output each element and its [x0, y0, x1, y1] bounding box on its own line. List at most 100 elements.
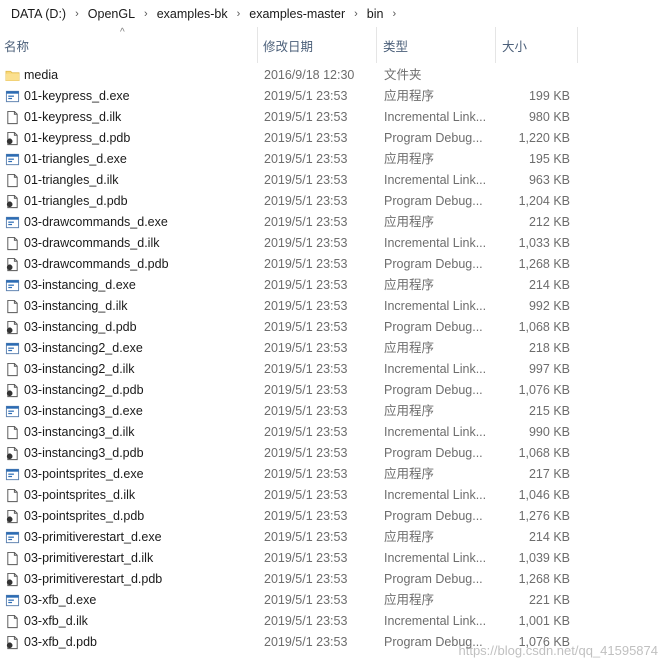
file-modified-date: 2019/5/1 23:53	[264, 614, 348, 628]
file-modified-date: 2019/5/1 23:53	[264, 530, 348, 544]
file-type: Program Debug...	[384, 572, 483, 586]
chevron-right-icon[interactable]: ›	[69, 8, 85, 20]
file-modified-date: 2019/5/1 23:53	[264, 467, 348, 481]
file-icon	[5, 362, 20, 377]
file-row[interactable]: 03-xfb_d.ilk 2019/5/1 23:53 Incremental Li…	[0, 611, 666, 632]
file-modified-date: 2016/9/18 12:30	[264, 68, 355, 82]
file-type: Incremental Link...	[384, 236, 487, 250]
file-type: 应用程序	[384, 467, 435, 481]
file-row[interactable]: 03-instancing3_d.ilk 2019/5/1 23:53 Increm…	[0, 422, 666, 443]
file-row[interactable]: 03-instancing3_d.pdb 2019/5/1 23:53 Progra…	[0, 443, 666, 464]
file-name: 01-triangles_d.pdb	[24, 194, 128, 208]
file-name: 01-keypress_d.ilk	[24, 110, 122, 124]
breadcrumb: DATA (D:) › OpenGL › examples-bk › examp…	[0, 0, 666, 27]
column-header-type[interactable]: 类型	[379, 27, 496, 63]
file-name: 03-pointsprites_d.pdb	[24, 509, 145, 523]
pdb-icon	[5, 194, 20, 209]
file-size: 218 KB	[528, 341, 570, 355]
pdb-icon	[5, 320, 20, 335]
chevron-right-icon[interactable]: ›	[138, 8, 154, 20]
file-modified-date: 2019/5/1 23:53	[264, 572, 348, 586]
file-row[interactable]: 01-keypress_d.exe 2019/5/1 23:53 应用程序 199 K…	[0, 86, 666, 107]
file-type: Incremental Link...	[384, 614, 487, 628]
column-header-date[interactable]: 修改日期	[259, 27, 377, 63]
file-icon	[5, 551, 20, 566]
file-name: 03-drawcommands_d.ilk	[24, 236, 160, 250]
file-type: 应用程序	[384, 278, 435, 292]
file-row[interactable]: 03-primitiverestart_d.ilk 2019/5/1 23:53 I…	[0, 548, 666, 569]
file-row[interactable]: 03-instancing_d.pdb 2019/5/1 23:53 Program…	[0, 317, 666, 338]
file-modified-date: 2019/5/1 23:53	[264, 383, 348, 397]
file-modified-date: 2019/5/1 23:53	[264, 404, 348, 418]
file-row[interactable]: 03-drawcommands_d.pdb 2019/5/1 23:53 Progr…	[0, 254, 666, 275]
file-icon	[5, 488, 20, 503]
file-row[interactable]: 01-triangles_d.ilk 2019/5/1 23:53 Incremen…	[0, 170, 666, 191]
file-row[interactable]: 03-pointsprites_d.pdb 2019/5/1 23:53 Progr…	[0, 506, 666, 527]
breadcrumb-item-drive[interactable]: DATA (D:)	[8, 7, 69, 21]
chevron-right-icon[interactable]: ›	[231, 8, 247, 20]
file-size: 997 KB	[528, 362, 570, 376]
file-type: Incremental Link...	[384, 299, 487, 313]
file-type: 应用程序	[384, 530, 435, 544]
file-row[interactable]: 03-instancing2_d.pdb 2019/5/1 23:53 Progra…	[0, 380, 666, 401]
file-size	[500, 65, 570, 86]
file-size: 1,033 KB	[518, 236, 570, 250]
file-name: 03-instancing_d.exe	[24, 278, 136, 292]
file-row[interactable]: 03-instancing3_d.exe 2019/5/1 23:53 应用程序 21…	[0, 401, 666, 422]
breadcrumb-item-bin[interactable]: bin	[364, 7, 387, 21]
file-row[interactable]: 03-instancing2_d.exe 2019/5/1 23:53 应用程序 21…	[0, 338, 666, 359]
chevron-right-icon[interactable]: ›	[386, 8, 402, 20]
file-row[interactable]: 03-instancing2_d.ilk 2019/5/1 23:53 Increm…	[0, 359, 666, 380]
breadcrumb-item-examples-master[interactable]: examples-master	[246, 7, 348, 21]
pdb-icon	[5, 131, 20, 146]
chevron-right-icon[interactable]: ›	[348, 8, 364, 20]
file-icon	[5, 236, 20, 251]
file-type: Program Debug...	[384, 446, 483, 460]
breadcrumb-item-opengl[interactable]: OpenGL	[85, 7, 138, 21]
file-type: Incremental Link...	[384, 362, 487, 376]
file-type: Program Debug...	[384, 257, 483, 271]
column-header-size[interactable]: 大小	[498, 27, 578, 63]
file-type: 文件夹	[384, 68, 422, 82]
file-row[interactable]: 03-xfb_d.exe 2019/5/1 23:53 应用程序 221 KB	[0, 590, 666, 611]
file-row[interactable]: 01-triangles_d.exe 2019/5/1 23:53 应用程序 195 …	[0, 149, 666, 170]
breadcrumb-item-examples-bk[interactable]: examples-bk	[154, 7, 231, 21]
file-name: 03-instancing3_d.exe	[24, 404, 143, 418]
file-row[interactable]: 01-keypress_d.ilk 2019/5/1 23:53 Increment…	[0, 107, 666, 128]
file-name: 03-primitiverestart_d.exe	[24, 530, 162, 544]
file-row[interactable]: 03-primitiverestart_d.pdb 2019/5/1 23:53 P…	[0, 569, 666, 590]
file-row[interactable]: 01-keypress_d.pdb 2019/5/1 23:53 Program D…	[0, 128, 666, 149]
file-row[interactable]: 03-pointsprites_d.ilk 2019/5/1 23:53 Incre…	[0, 485, 666, 506]
file-row[interactable]: 03-drawcommands_d.ilk 2019/5/1 23:53 Incre…	[0, 233, 666, 254]
file-name: 01-keypress_d.pdb	[24, 131, 131, 145]
file-row[interactable]: 03-instancing_d.ilk 2019/5/1 23:53 Increme…	[0, 296, 666, 317]
file-name: media	[24, 68, 59, 82]
watermark: https://blog.csdn.net/qq_41595874	[458, 643, 659, 658]
exe-icon	[5, 404, 20, 419]
file-name: 03-xfb_d.exe	[24, 593, 97, 607]
file-row[interactable]: 01-triangles_d.pdb 2019/5/1 23:53 Program …	[0, 191, 666, 212]
pdb-icon	[5, 509, 20, 524]
file-type: Program Debug...	[384, 194, 483, 208]
file-row[interactable]: media 2016/9/18 12:30 文件夹	[0, 65, 666, 86]
file-size: 217 KB	[528, 467, 570, 481]
file-row[interactable]: 03-instancing_d.exe 2019/5/1 23:53 应用程序 214…	[0, 275, 666, 296]
file-row[interactable]: 03-pointsprites_d.exe 2019/5/1 23:53 应用程序 2…	[0, 464, 666, 485]
pdb-icon	[5, 383, 20, 398]
file-modified-date: 2019/5/1 23:53	[264, 194, 348, 208]
file-row[interactable]: 03-primitiverestart_d.exe 2019/5/1 23:53 应…	[0, 527, 666, 548]
file-name: 03-instancing2_d.pdb	[24, 383, 144, 397]
file-type: Incremental Link...	[384, 110, 487, 124]
file-type: Program Debug...	[384, 320, 483, 334]
file-size: 214 KB	[528, 530, 570, 544]
exe-icon	[5, 215, 20, 230]
column-header-name[interactable]: 名称	[0, 27, 258, 63]
file-size: 212 KB	[528, 215, 570, 229]
file-name: 03-instancing2_d.exe	[24, 341, 143, 355]
pdb-icon	[5, 446, 20, 461]
file-icon	[5, 110, 20, 125]
file-modified-date: 2019/5/1 23:53	[264, 635, 348, 649]
file-row[interactable]: 03-drawcommands_d.exe 2019/5/1 23:53 应用程序 2…	[0, 212, 666, 233]
exe-icon	[5, 152, 20, 167]
exe-icon	[5, 467, 20, 482]
